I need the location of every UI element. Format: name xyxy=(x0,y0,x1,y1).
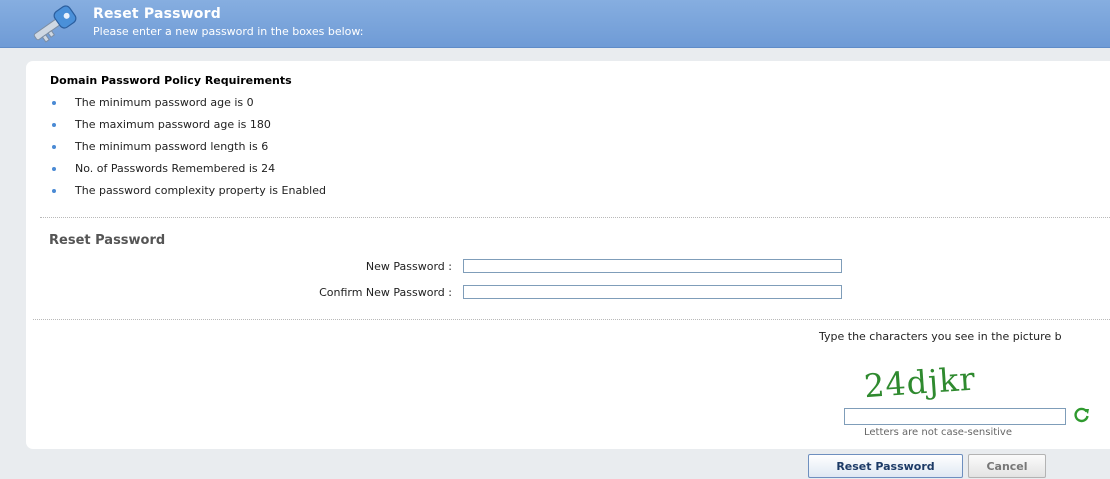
new-password-label: New Password : xyxy=(365,260,452,273)
new-password-input[interactable] xyxy=(463,259,842,273)
captcha-input[interactable] xyxy=(844,408,1066,425)
header-banner: Reset Password Please enter a new passwo… xyxy=(0,0,1110,48)
section-divider xyxy=(33,319,1110,320)
captcha-instruction: Type the characters you see in the pictu… xyxy=(819,330,1062,343)
refresh-icon[interactable] xyxy=(1073,406,1091,424)
policy-item: The password complexity property is Enab… xyxy=(50,184,326,206)
bullet-icon xyxy=(52,123,56,127)
policy-item-text: The password complexity property is Enab… xyxy=(75,184,326,197)
key-icon xyxy=(33,5,77,43)
page-subtitle: Please enter a new password in the boxes… xyxy=(93,25,364,38)
policy-item-text: The minimum password length is 6 xyxy=(75,140,269,153)
policy-item: No. of Passwords Remembered is 24 xyxy=(50,162,326,184)
page-title: Reset Password xyxy=(93,6,221,22)
reset-password-button[interactable]: Reset Password xyxy=(808,454,963,478)
bullet-icon xyxy=(52,189,56,193)
policy-item-text: The minimum password age is 0 xyxy=(75,96,254,109)
cancel-button[interactable]: Cancel xyxy=(968,454,1046,478)
form-section-title: Reset Password xyxy=(49,233,166,248)
policy-list: The minimum password age is 0 The maximu… xyxy=(50,96,326,206)
policy-item: The minimum password length is 6 xyxy=(50,140,326,162)
policy-title: Domain Password Policy Requirements xyxy=(50,74,292,87)
case-sensitivity-note: Letters are not case-sensitive xyxy=(864,427,1013,438)
bullet-icon xyxy=(52,145,56,149)
bullet-icon xyxy=(52,167,56,171)
policy-item-text: No. of Passwords Remembered is 24 xyxy=(75,162,276,175)
confirm-password-label: Confirm New Password : xyxy=(319,286,452,299)
bullet-icon xyxy=(52,101,56,105)
captcha-image: 24djkr xyxy=(863,360,977,403)
policy-item-text: The maximum password age is 180 xyxy=(75,118,271,131)
policy-item: The minimum password age is 0 xyxy=(50,96,326,118)
section-divider xyxy=(40,217,1110,218)
captcha-image-text: 24djkr xyxy=(863,360,977,403)
confirm-password-input[interactable] xyxy=(463,285,842,299)
policy-item: The maximum password age is 180 xyxy=(50,118,326,140)
